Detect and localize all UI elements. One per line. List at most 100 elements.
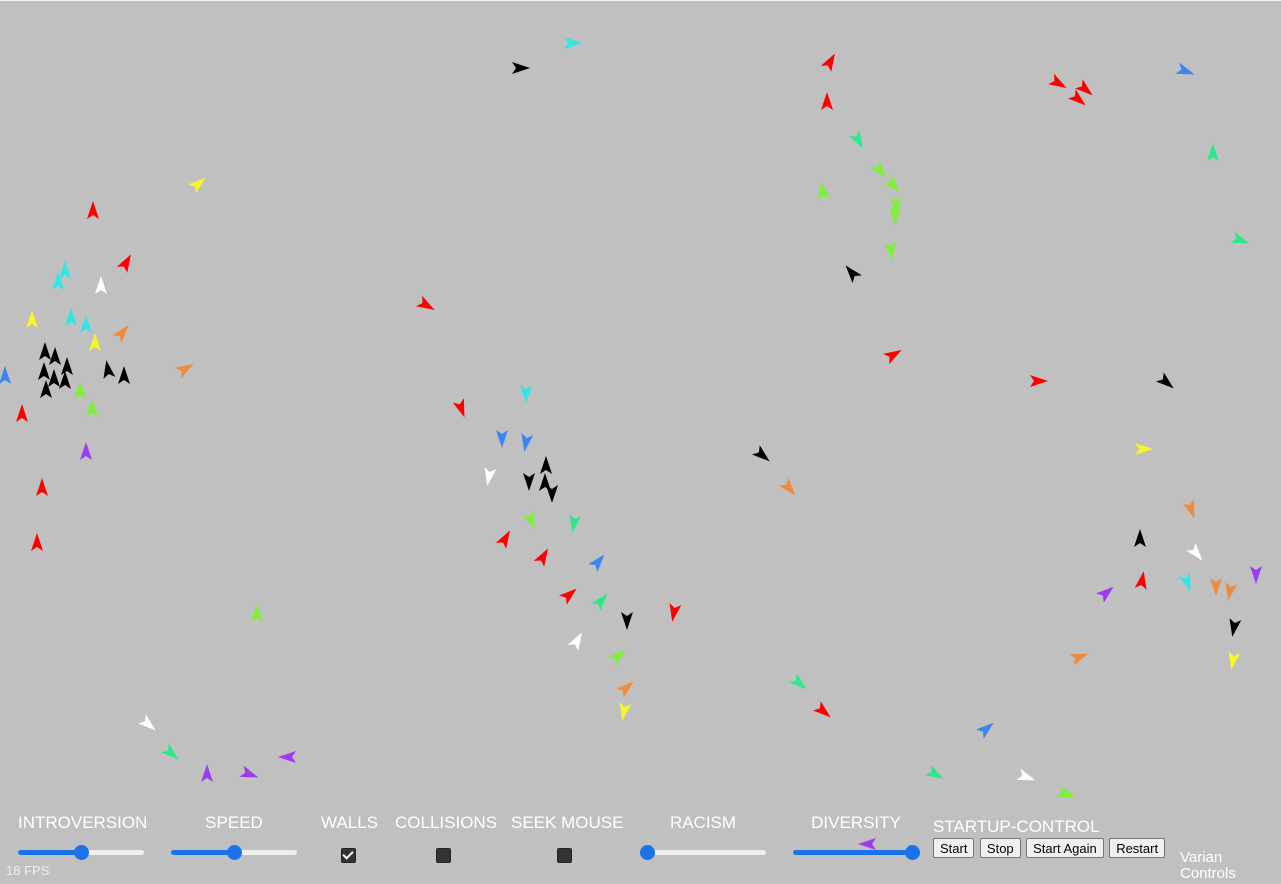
yellow-boid	[188, 177, 206, 194]
startup-control-label: STARTUP-CONTROL	[933, 817, 1100, 836]
red-boid	[16, 404, 28, 422]
green-boid	[522, 510, 535, 530]
canvas-top-border	[0, 0, 1281, 1]
white-boid	[1016, 768, 1036, 781]
racism-slider-thumb[interactable]	[640, 845, 655, 860]
black-boid	[540, 456, 552, 474]
seek-mouse-control: SEEK MOUSE	[511, 812, 623, 868]
teal-boid	[1207, 143, 1219, 161]
purple-boid	[201, 764, 213, 782]
cyan-boid	[1178, 572, 1191, 592]
speed-label: SPEED	[205, 813, 263, 832]
yellow-boid	[619, 702, 632, 721]
red-boid	[452, 398, 465, 418]
teal-boid	[591, 593, 608, 611]
red-boid	[1134, 571, 1147, 590]
red-boid	[883, 350, 902, 365]
green-boid	[74, 381, 86, 399]
blue-boid	[588, 554, 605, 572]
blue-boid	[976, 722, 994, 739]
purple-boid	[80, 442, 92, 460]
red-boid	[31, 533, 43, 551]
introversion-slider[interactable]	[18, 844, 144, 860]
diversity-slider-thumb[interactable]	[905, 845, 920, 860]
stop-button[interactable]: Stop	[979, 838, 1021, 858]
blue-boid	[1175, 62, 1195, 75]
seek-mouse-checkbox[interactable]	[556, 848, 572, 863]
red-boid	[116, 254, 131, 273]
black-boid	[39, 342, 51, 360]
collisions-control: COLLISIONS	[395, 812, 497, 868]
black-boid	[59, 371, 71, 389]
orange-boid	[1182, 499, 1195, 519]
yellow-boid	[26, 310, 38, 328]
purple-boid	[1250, 566, 1262, 584]
yellow-boid	[89, 333, 101, 351]
speed-slider-thumb[interactable]	[227, 845, 242, 860]
purple-boid	[239, 765, 259, 778]
red-boid	[416, 295, 435, 310]
green-boid	[883, 175, 900, 193]
teal-boid	[789, 673, 807, 690]
blue-boid	[521, 433, 534, 452]
red-boid	[1030, 375, 1048, 387]
red-boid	[495, 530, 510, 549]
black-boid	[118, 366, 130, 384]
startup-buttons: Start Stop Start Again Restart	[933, 838, 1166, 858]
restart-button[interactable]: Restart	[1109, 838, 1166, 858]
black-boid	[103, 360, 116, 379]
red-boid	[1048, 73, 1067, 88]
simulation-canvas[interactable]	[0, 0, 1281, 884]
green-boid	[608, 649, 626, 666]
green-boid	[818, 182, 831, 201]
cyan-boid	[65, 308, 77, 326]
racism-label: RACISM	[669, 813, 737, 832]
walls-label: WALLS	[321, 813, 379, 832]
green-boid	[883, 241, 896, 260]
walls-control: WALLS	[321, 812, 379, 868]
startup-control: STARTUP-CONTROL Start Stop Start Again R…	[933, 818, 1166, 858]
teal-boid	[848, 130, 863, 149]
red-boid	[87, 201, 99, 219]
introversion-label: INTROVERSION	[18, 813, 148, 832]
varian-controls-label: Varian Controls	[1180, 849, 1236, 882]
red-boid	[813, 701, 831, 718]
teal-boid	[161, 743, 179, 760]
black-boid	[752, 445, 770, 462]
cyan-boid	[564, 37, 582, 49]
black-boid	[61, 357, 73, 375]
start-button[interactable]: Start	[933, 838, 975, 858]
white-boid	[567, 632, 582, 651]
collisions-checkbox[interactable]	[435, 848, 451, 863]
teal-boid	[569, 514, 582, 533]
walls-checkbox[interactable]	[340, 848, 356, 863]
racism-control: RACISM	[640, 812, 766, 860]
black-boid	[845, 265, 862, 283]
speed-slider[interactable]	[171, 844, 297, 860]
green-boid	[86, 399, 98, 417]
blue-boid	[496, 430, 508, 448]
white-boid	[95, 276, 107, 294]
orange-boid	[1069, 653, 1089, 666]
cyan-boid	[80, 315, 92, 333]
orange-boid	[112, 325, 129, 343]
black-boid	[1156, 372, 1174, 389]
diversity-slider[interactable]	[793, 844, 920, 860]
fps-counter: 18 FPS	[6, 863, 50, 878]
introversion-slider-thumb[interactable]	[74, 845, 89, 860]
black-boid	[621, 612, 633, 630]
black-boid	[49, 347, 61, 365]
red-boid	[559, 588, 577, 605]
black-boid	[48, 369, 60, 387]
red-boid	[36, 478, 48, 496]
racism-slider[interactable]	[640, 844, 766, 860]
red-boid	[669, 603, 682, 622]
blue-boid	[0, 366, 11, 384]
black-boid	[523, 473, 535, 491]
start-again-button[interactable]: Start Again	[1026, 838, 1104, 858]
yellow-boid	[1228, 651, 1241, 670]
black-boid	[1134, 529, 1146, 547]
green-boid	[1056, 785, 1076, 798]
orange-boid	[616, 681, 634, 698]
purple-boid	[1096, 586, 1114, 603]
